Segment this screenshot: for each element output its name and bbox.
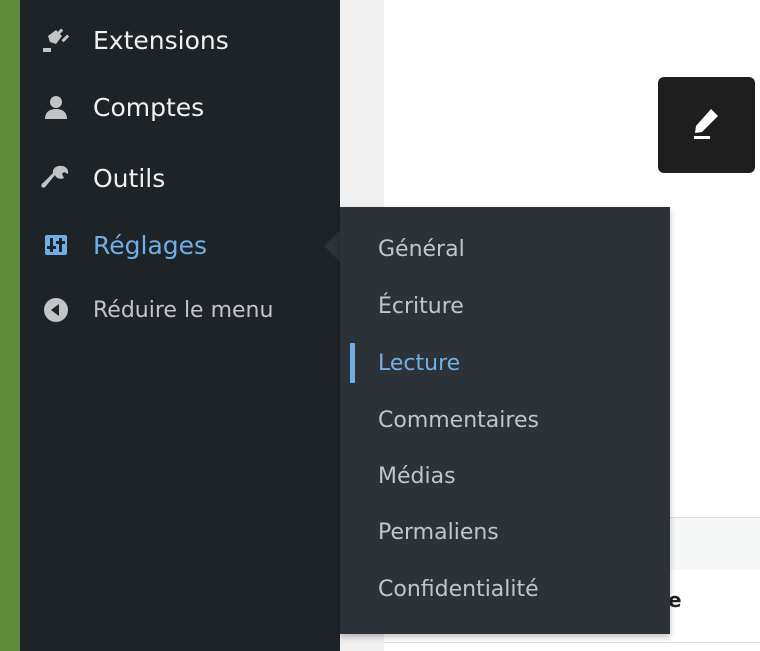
sidebar-item-outils[interactable]: Outils <box>20 145 340 211</box>
users-icon <box>40 91 72 123</box>
submenu-item-label: Commentaires <box>378 407 539 433</box>
settings-submenu: Général Écriture Lecture Commentaires Mé… <box>340 207 670 634</box>
submenu-item-label: Permaliens <box>378 519 499 545</box>
sidebar-item-extensions[interactable]: Extensions <box>20 7 340 73</box>
column-header-fragment: e <box>668 588 682 612</box>
submenu-item-commentaires[interactable]: Commentaires <box>340 392 670 448</box>
submenu-item-lecture[interactable]: Lecture <box>340 335 670 391</box>
sidebar-item-comptes[interactable]: Comptes <box>20 74 340 140</box>
submenu-item-label: Écriture <box>378 293 464 319</box>
plugin-icon <box>40 24 72 56</box>
pencil-icon <box>691 106 723 144</box>
sidebar-item-label: Réglages <box>93 230 208 260</box>
submenu-pointer <box>324 230 340 262</box>
sidebar-item-label: Réduire le menu <box>93 297 274 323</box>
edit-button[interactable] <box>658 77 755 173</box>
sidebar-item-label: Comptes <box>93 92 205 122</box>
submenu-item-medias[interactable]: Médias <box>340 448 670 504</box>
collapse-menu-button[interactable]: Réduire le menu <box>20 277 340 343</box>
left-edge-strip <box>0 0 20 651</box>
sidebar-item-reglages[interactable]: Réglages <box>20 212 340 278</box>
submenu-item-label: Lecture <box>378 350 461 376</box>
submenu-item-permaliens[interactable]: Permaliens <box>340 504 670 560</box>
settings-icon <box>40 229 72 261</box>
submenu-item-label: Général <box>378 236 465 262</box>
sidebar-item-label: Outils <box>93 163 166 193</box>
wrench-icon <box>40 162 72 194</box>
submenu-item-confidentialite[interactable]: Confidentialité <box>340 561 670 617</box>
submenu-item-label: Médias <box>378 463 456 489</box>
submenu-item-label: Confidentialité <box>378 576 539 602</box>
sidebar-item-label: Extensions <box>93 25 229 55</box>
submenu-item-ecriture[interactable]: Écriture <box>340 278 670 334</box>
collapse-icon <box>40 294 72 326</box>
submenu-item-general[interactable]: Général <box>340 221 670 277</box>
